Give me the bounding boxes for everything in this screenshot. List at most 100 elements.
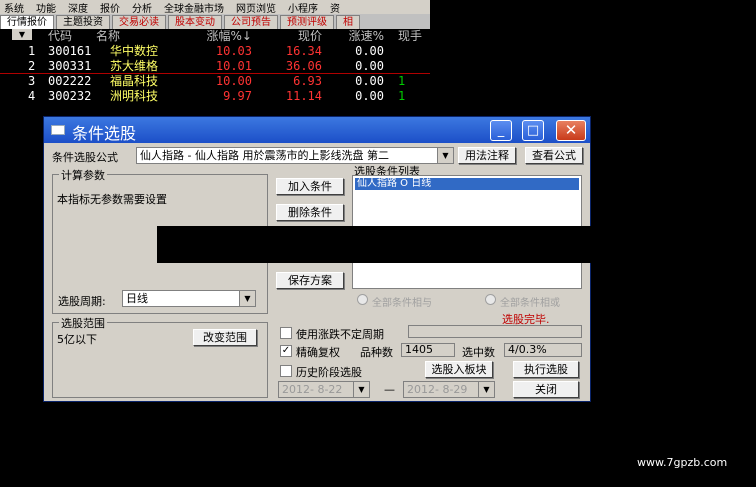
cell-idx: 4 <box>28 89 36 103</box>
chevron-down-icon[interactable]: ▼ <box>478 382 494 397</box>
tab-item[interactable]: 预测评级 <box>280 15 334 29</box>
menu-item[interactable]: 全球金融市场 <box>160 0 232 15</box>
cell-name: 华中数控 <box>110 44 159 58</box>
cell-code: 002222 <box>48 74 92 88</box>
cell-change: 10.01 <box>215 59 252 73</box>
sort-dropdown-icon[interactable]: ▼ <box>12 29 32 40</box>
tab-bar: 行情报价 主题投资 交易必读 股本变动 公司预告 预测评级相 <box>0 14 430 29</box>
all-or-label: 全部条件相或 <box>500 298 560 309</box>
menu-item[interactable]: 深度 <box>64 0 96 15</box>
all-and-label: 全部条件相与 <box>372 298 432 309</box>
chevron-down-icon[interactable]: ▼ <box>437 148 453 163</box>
cell-now: 1 <box>398 89 406 103</box>
period-label: 选股周期: <box>58 295 106 308</box>
table-row[interactable]: 1 300161 华中数控 10.03 16.34 0.00 <box>0 44 430 59</box>
watermark-text: www.7gpzb.com <box>637 456 728 469</box>
delete-condition-button[interactable]: 删除条件 <box>276 204 344 221</box>
minimize-icon[interactable]: _ <box>490 120 512 141</box>
cell-name: 福晶科技 <box>110 74 159 88</box>
cell-price: 11.14 <box>285 89 322 103</box>
cell-price: 36.06 <box>285 59 322 73</box>
menu-item[interactable]: 资 <box>326 0 348 15</box>
maximize-icon[interactable]: □ <box>522 120 544 141</box>
formula-select[interactable]: 仙人指路 - 仙人指路 用於震荡市的上影线洗盘 第二 ▼ <box>136 147 454 164</box>
menu-item[interactable]: 功能 <box>32 0 64 15</box>
cell-idx: 2 <box>28 59 36 73</box>
all-or-radio[interactable] <box>485 294 496 305</box>
table-row[interactable]: 3 002222 福晶科技 10.00 6.93 0.00 1 <box>0 74 430 89</box>
header-name[interactable]: 名称 <box>96 29 120 44</box>
usage-notes-button[interactable]: 用法注释 <box>458 147 516 164</box>
cell-code: 300232 <box>48 89 92 103</box>
cell-change: 10.03 <box>215 44 252 58</box>
menu-item[interactable]: 小程序 <box>284 0 326 15</box>
date-dash: — <box>384 383 395 396</box>
window-icon <box>51 125 65 135</box>
dialog-titlebar[interactable]: 条件选股 _ □ ✕ <box>44 117 590 143</box>
header-price[interactable]: 现价 <box>262 29 322 44</box>
chevron-down-icon[interactable]: ▼ <box>239 291 255 306</box>
count-value: 1405 <box>401 343 455 357</box>
change-range-button[interactable]: 改变范围 <box>193 329 257 346</box>
tab-item[interactable]: 交易必读 <box>112 15 166 29</box>
cell-name: 苏大维格 <box>110 59 159 73</box>
cell-change: 9.97 <box>223 89 252 103</box>
history-checkbox[interactable] <box>280 365 292 377</box>
range-text: 5亿以下 <box>57 333 97 346</box>
condition-list-item[interactable]: 仙人指路 O 日线 <box>355 178 579 190</box>
cell-speed: 0.00 <box>355 44 384 58</box>
save-scheme-button[interactable]: 保存方案 <box>276 272 344 289</box>
period-progress <box>408 325 582 338</box>
view-formula-button[interactable]: 查看公式 <box>525 147 583 164</box>
selected-value: 4/0.3% <box>504 343 582 357</box>
cell-change: 10.00 <box>215 74 252 88</box>
header-speed[interactable]: 涨速% <box>334 29 384 44</box>
tab-item[interactable]: 行情报价 <box>0 15 54 29</box>
period-select[interactable]: 日线 ▼ <box>122 290 256 307</box>
selected-label: 选中数 <box>462 346 495 359</box>
menu-item[interactable]: 分析 <box>128 0 160 15</box>
header-now[interactable]: 现手 <box>398 29 422 44</box>
cell-price: 6.93 <box>293 74 322 88</box>
close-button[interactable]: 关闭 <box>513 381 579 398</box>
execute-button[interactable]: 执行选股 <box>513 361 579 378</box>
redaction-block <box>157 226 756 263</box>
cell-code: 300331 <box>48 59 92 73</box>
exact-adjust-checkbox[interactable]: ✓ <box>280 345 292 357</box>
menu-item[interactable]: 系统 <box>0 0 32 15</box>
cell-price: 16.34 <box>285 44 322 58</box>
main-menu-bar: 系统 功能 深度 报价 分析 全球金融市场 网页浏览 小程序资 <box>0 0 430 15</box>
params-group-title: 计算参数 <box>59 167 107 183</box>
range-group-title: 选股范围 <box>59 315 107 331</box>
menu-item[interactable]: 网页浏览 <box>232 0 284 15</box>
table-header: ▼ 代码 名称 涨幅%↓ 现价 涨速% 现手 <box>0 29 430 44</box>
tab-item[interactable]: 公司预告 <box>224 15 278 29</box>
date-from-select[interactable]: 2012- 8-22 ▼ <box>278 381 370 398</box>
table-row[interactable]: 4 300232 洲明科技 9.97 11.14 0.00 1 <box>0 89 430 104</box>
cell-code: 300161 <box>48 44 92 58</box>
use-period-checkbox[interactable] <box>280 327 292 339</box>
history-label: 历史阶段选股 <box>296 366 362 379</box>
tab-item[interactable]: 相 <box>336 15 360 29</box>
close-icon[interactable]: ✕ <box>556 120 586 141</box>
date-to-select[interactable]: 2012- 8-29 ▼ <box>403 381 495 398</box>
header-change[interactable]: 涨幅%↓ <box>200 29 252 44</box>
tab-item[interactable]: 股本变动 <box>168 15 222 29</box>
chevron-down-icon[interactable]: ▼ <box>353 382 369 397</box>
all-and-radio[interactable] <box>357 294 368 305</box>
add-condition-button[interactable]: 加入条件 <box>276 178 344 195</box>
date-from-value: 2012- 8-22 <box>282 383 343 396</box>
add-to-board-button[interactable]: 选股入板块 <box>425 361 493 378</box>
menu-item[interactable]: 报价 <box>96 0 128 15</box>
exact-adjust-label: 精确复权 <box>296 346 340 359</box>
formula-value: 仙人指路 - 仙人指路 用於震荡市的上影线洗盘 第二 <box>140 149 389 162</box>
use-period-label: 使用涨跌不定周期 <box>296 328 384 341</box>
table-row[interactable]: 2 300331 苏大维格 10.01 36.06 0.00 <box>0 59 430 74</box>
tab-item[interactable]: 主题投资 <box>56 15 110 29</box>
cell-speed: 0.00 <box>355 89 384 103</box>
cell-speed: 0.00 <box>355 59 384 73</box>
stock-table: ▼ 代码 名称 涨幅%↓ 现价 涨速% 现手 1 300161 华中数控 10.03 1… <box>0 29 430 109</box>
date-to-value: 2012- 8-29 <box>407 383 468 396</box>
cell-name: 洲明科技 <box>110 89 159 103</box>
header-code[interactable]: 代码 <box>48 29 72 44</box>
